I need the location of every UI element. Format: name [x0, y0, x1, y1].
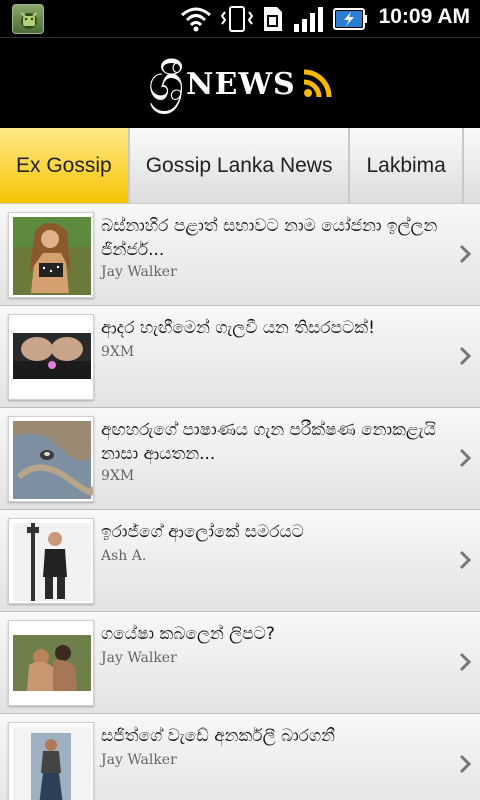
- app-header: ශ්‍රී NEWS: [0, 38, 480, 128]
- article-thumbnail: [8, 620, 94, 706]
- logo-word: NEWS: [186, 67, 296, 102]
- article-author: Jay Walker: [101, 650, 177, 666]
- article-author: Ash A.: [101, 548, 147, 564]
- chevron-right-icon: [459, 346, 472, 366]
- article-thumbnail: [8, 722, 94, 800]
- article-title: ඉරාජ්ගේ ආලෝකේ සමරයට: [101, 522, 304, 542]
- signal-icon: [294, 7, 323, 32]
- logo-glyph: ශ්‍රී: [148, 54, 185, 112]
- status-bar: 10:09 AM: [0, 0, 480, 38]
- category-tabs: Ex Gossip Gossip Lanka News Lakbima Lan: [0, 128, 480, 204]
- chevron-right-icon: [459, 754, 472, 774]
- vibrate-icon: [220, 6, 254, 32]
- article-thumbnail: [8, 518, 94, 604]
- article-title: සජිත්ගේ වැඩේ අනර්කලී බාරගනී: [101, 726, 335, 746]
- article-title: ගයේෂා කබලෙන් ලිපට?: [101, 624, 275, 644]
- list-item[interactable]: ඉරාජ්ගේ ආලෝකේ සමරයට Ash A.: [0, 510, 480, 612]
- list-item[interactable]: අඟහරුගේ පාෂාණය ගැන පරීක්ෂණ නොකළැයි නාසා …: [0, 408, 480, 510]
- list-item[interactable]: ගයේෂා කබලෙන් ලිපට? Jay Walker: [0, 612, 480, 714]
- article-author: 9XM: [101, 344, 135, 360]
- tab-gossip-lanka-news[interactable]: Gossip Lanka News: [129, 128, 351, 203]
- rss-icon: [303, 69, 332, 98]
- chevron-right-icon: [459, 550, 472, 570]
- app-logo: ශ්‍රී NEWS: [148, 53, 332, 113]
- chevron-right-icon: [459, 652, 472, 672]
- tab-lanka[interactable]: Lan: [463, 128, 480, 203]
- android-app-icon[interactable]: [12, 4, 44, 34]
- article-thumbnail: [8, 212, 94, 298]
- list-item[interactable]: ආදර හැඟීමෙන් ගැලවී යන තිසරපටක්! 9XM: [0, 306, 480, 408]
- chevron-right-icon: [459, 244, 472, 264]
- clock: 10:09 AM: [378, 5, 470, 28]
- article-title: අඟහරුගේ පාෂාණය ගැන පරීක්ෂණ නොකළැයි නාසා …: [101, 420, 436, 464]
- article-author: 9XM: [101, 468, 135, 484]
- article-title: බස්නාහිර පළාත් සභාවට නාම යෝජනා ඉල්ලන ජින…: [101, 216, 438, 260]
- article-title: ආදර හැඟීමෙන් ගැලවී යන තිසරපටක්!: [101, 318, 375, 338]
- list-item[interactable]: සජිත්ගේ වැඩේ අනර්කලී බාරගනී Jay Walker: [0, 714, 480, 800]
- article-list: බස්නාහිර පළාත් සභාවට නාම යෝජනා ඉල්ලන ජින…: [0, 204, 480, 800]
- sim-icon: [264, 7, 282, 31]
- wifi-icon: [181, 7, 211, 32]
- tab-lakbima[interactable]: Lakbima: [350, 128, 464, 203]
- article-thumbnail: [8, 314, 94, 400]
- article-author: Jay Walker: [101, 264, 177, 280]
- tab-ex-gossip[interactable]: Ex Gossip: [0, 128, 130, 203]
- battery-icon: [333, 8, 367, 30]
- list-item[interactable]: බස්නාහිර පළාත් සභාවට නාම යෝජනා ඉල්ලන ජින…: [0, 204, 480, 306]
- chevron-right-icon: [459, 448, 472, 468]
- article-author: Jay Walker: [101, 752, 177, 768]
- article-thumbnail: [8, 416, 94, 502]
